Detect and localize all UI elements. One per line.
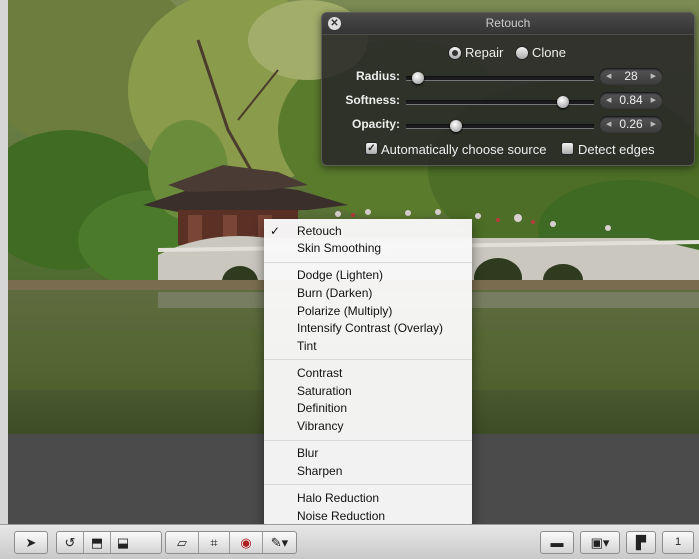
repair-radio[interactable] xyxy=(449,47,461,59)
menu-item-tint[interactable]: Tint xyxy=(264,338,472,355)
layout-button[interactable]: ▣▾ xyxy=(580,531,620,554)
menu-item-contrast[interactable]: Contrast xyxy=(264,365,472,382)
menu-item-burn[interactable]: Burn (Darken) xyxy=(264,285,472,302)
radius-slider-knob[interactable] xyxy=(412,72,424,84)
decrement-arrow-icon[interactable]: ◀ xyxy=(606,92,611,109)
bottom-toolbar: ➤ ↺ ⬒ ⬓ ▱ ⌗ ◉ ✎▾ ▬ ▣▾ ▛ 1 xyxy=(0,524,699,559)
softness-value-field[interactable]: ◀ 0.84 ▶ xyxy=(599,92,663,109)
lift-stamp-icon[interactable]: ⬒ xyxy=(84,532,110,553)
softness-label: Softness: xyxy=(345,93,400,107)
hud-title: Retouch xyxy=(322,13,694,35)
brush-menu-icon[interactable]: ✎▾ xyxy=(263,532,296,553)
menu-item-retouch[interactable]: ✓ Retouch xyxy=(264,223,472,240)
menu-item-halo-reduction[interactable]: Halo Reduction xyxy=(264,490,472,507)
increment-arrow-icon[interactable]: ▶ xyxy=(651,68,656,85)
split-view-button[interactable]: ▛ xyxy=(626,531,656,554)
radius-slider[interactable] xyxy=(406,72,594,84)
crop-icon[interactable]: ⌗ xyxy=(199,532,229,553)
crop-rotate-icon[interactable]: ▱ xyxy=(166,532,198,553)
menu-separator xyxy=(264,262,472,263)
layout-icon: ▣▾ xyxy=(590,535,610,550)
softness-slider-knob[interactable] xyxy=(557,96,569,108)
auto-source-checkbox[interactable]: ✓ xyxy=(366,143,377,154)
opacity-value: 0.26 xyxy=(619,117,643,131)
edit-tools-group: ▱ ⌗ ◉ ✎▾ xyxy=(165,531,297,554)
opacity-slider-knob[interactable] xyxy=(450,120,462,132)
increment-arrow-icon[interactable]: ▶ xyxy=(651,116,656,133)
close-icon[interactable]: ✕ xyxy=(328,17,341,30)
radius-value: 28 xyxy=(624,69,638,83)
red-eye-icon[interactable]: ◉ xyxy=(230,532,262,553)
radius-value-field[interactable]: ◀ 28 ▶ xyxy=(599,68,663,85)
mode-radio-group: Repair Clone xyxy=(322,45,694,63)
menu-item-noise-reduction[interactable]: Noise Reduction xyxy=(264,508,472,525)
menu-separator xyxy=(264,440,472,441)
app-window: Retouch ✕ Repair Clone Radius: ◀ 28 ▶ So… xyxy=(0,0,699,559)
opacity-value-field[interactable]: ◀ 0.26 ▶ xyxy=(599,116,663,133)
checkmark-icon: ✓ xyxy=(270,224,281,238)
menu-item-dodge[interactable]: Dodge (Lighten) xyxy=(264,267,472,284)
straighten-icon[interactable]: ↺ xyxy=(57,532,83,553)
menu-item-skin-smoothing[interactable]: Skin Smoothing xyxy=(264,240,472,257)
pointer-tool-button[interactable]: ➤ xyxy=(14,531,48,554)
adjust-tools-group: ↺ ⬒ ⬓ xyxy=(56,531,162,554)
increment-arrow-icon[interactable]: ▶ xyxy=(651,92,656,109)
options-row: ✓ Automatically choose source Detect edg… xyxy=(322,142,694,158)
clone-radio-label[interactable]: Clone xyxy=(532,45,566,60)
menu-separator xyxy=(264,359,472,360)
brush-menu: ✓ Retouch Skin Smoothing Dodge (Lighten) … xyxy=(264,219,472,528)
softness-slider[interactable] xyxy=(406,96,594,108)
menu-item-vibrancy[interactable]: Vibrancy xyxy=(264,418,472,435)
one-up-icon: 1 xyxy=(674,536,682,548)
menu-separator xyxy=(264,484,472,485)
one-up-button[interactable]: 1 xyxy=(662,531,694,554)
opacity-row: Opacity: ◀ 0.26 ▶ xyxy=(322,115,694,135)
softness-value: 0.84 xyxy=(619,93,643,107)
menu-item-polarize[interactable]: Polarize (Multiply) xyxy=(264,303,472,320)
split-icon: ▛ xyxy=(636,535,646,550)
auto-source-label[interactable]: Automatically choose source xyxy=(381,142,546,157)
menu-item-intensify-contrast[interactable]: Intensify Contrast (Overlay) xyxy=(264,320,472,337)
repair-radio-label[interactable]: Repair xyxy=(465,45,503,60)
menu-item-saturation[interactable]: Saturation xyxy=(264,383,472,400)
retouch-hud: Retouch ✕ Repair Clone Radius: ◀ 28 ▶ So… xyxy=(321,12,695,166)
menu-item-definition[interactable]: Definition xyxy=(264,400,472,417)
decrement-arrow-icon[interactable]: ◀ xyxy=(606,68,611,85)
decrement-arrow-icon[interactable]: ◀ xyxy=(606,116,611,133)
viewer-button[interactable]: ▬ xyxy=(540,531,574,554)
opacity-label: Opacity: xyxy=(351,117,400,131)
opacity-slider[interactable] xyxy=(406,120,594,132)
detect-edges-label[interactable]: Detect edges xyxy=(578,142,655,157)
stamp-icon[interactable]: ⬓ xyxy=(111,532,135,553)
softness-row: Softness: ◀ 0.84 ▶ xyxy=(322,91,694,111)
menu-item-blur[interactable]: Blur xyxy=(264,445,472,462)
viewer-icon: ▬ xyxy=(550,535,564,550)
detect-edges-checkbox[interactable] xyxy=(562,143,573,154)
radius-row: Radius: ◀ 28 ▶ xyxy=(322,67,694,87)
pointer-icon: ➤ xyxy=(25,535,37,550)
menu-item-sharpen[interactable]: Sharpen xyxy=(264,463,472,480)
clone-radio[interactable] xyxy=(516,47,528,59)
radius-label: Radius: xyxy=(355,69,400,83)
